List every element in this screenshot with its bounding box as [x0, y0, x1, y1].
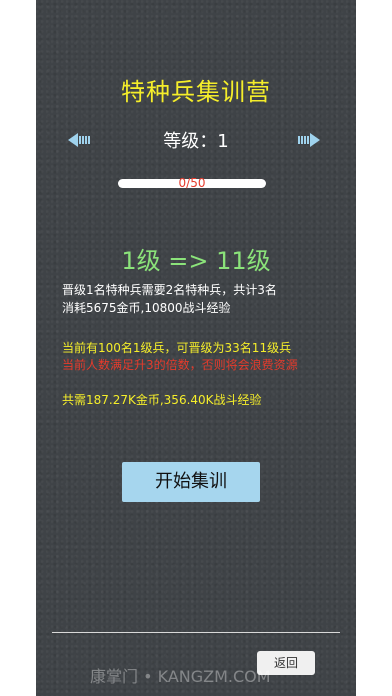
cost-info: 晋级1名特种兵需要2名特种兵，共计3名 消耗5675金币,10800战斗经验 — [62, 281, 342, 317]
current-info: 当前有100名1级兵，可晋级为33名11级兵 — [62, 341, 292, 355]
progress-text: 0/50 — [178, 176, 206, 190]
level-label: 等级： — [163, 131, 218, 152]
training-camp-panel: 特种兵集训营 等级：1 0/50 1级 => 11级 晋级1名特种兵需要2名特种… — [36, 0, 356, 696]
cost-line-1: 晋级1名特种兵需要2名特种兵，共计3名 — [62, 283, 277, 297]
warning-info: 当前人数满足升3的倍数，否则将会浪费资源 — [62, 358, 298, 372]
level-value: 1 — [217, 131, 229, 152]
total-info: 共需187.27K金币,356.40K战斗经验 — [62, 393, 262, 407]
start-training-button[interactable]: 开始集训 — [122, 462, 260, 502]
cost-line-2: 消耗5675金币,10800战斗经验 — [62, 301, 231, 315]
upgrade-headline: 1级 => 11级 — [121, 247, 271, 275]
divider — [52, 632, 340, 633]
right-arrow-icon[interactable] — [296, 132, 320, 148]
page-title: 特种兵集训营 — [121, 78, 271, 106]
watermark: 康掌门 • KANGZM.COM — [90, 667, 271, 686]
